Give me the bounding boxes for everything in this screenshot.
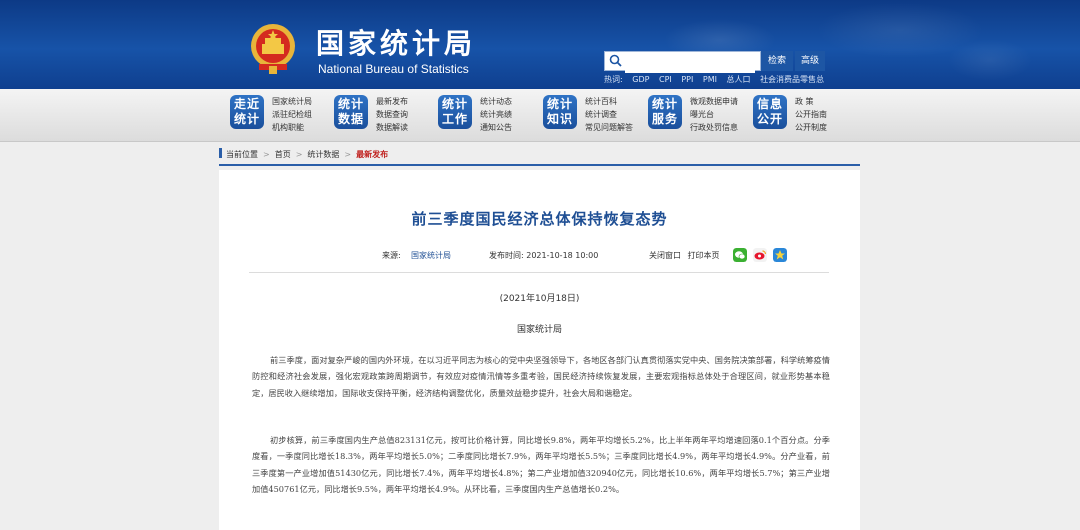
article-paragraph: 前三季度，面对复杂严峻的国内外环境，在以习近平同志为核心的党中央坚强领导下，各地… — [252, 355, 830, 398]
nav-link[interactable]: 最新发布 — [376, 95, 408, 108]
breadcrumb-link-data[interactable]: 统计数据 — [307, 150, 339, 159]
publish-time-value: 2021-10-18 10:00 — [526, 251, 599, 260]
nav-link[interactable]: 曝光台 — [690, 108, 738, 121]
weibo-share-icon[interactable] — [753, 248, 767, 262]
search-icon — [609, 54, 622, 67]
search-box — [604, 51, 761, 73]
divider — [249, 272, 829, 273]
nav-badge-work[interactable]: 统计工作 — [438, 95, 472, 129]
site-title-en: National Bureau of Statistics — [318, 62, 469, 76]
hot-term-link[interactable]: 总人口 — [727, 75, 751, 84]
nav-link[interactable]: 派驻纪检组 — [272, 108, 312, 121]
nav-badge-disclosure[interactable]: 信息公开 — [753, 95, 787, 129]
breadcrumb-current[interactable]: 最新发布 — [356, 150, 388, 159]
article-paragraph: 初步核算，前三季度国内生产总值823131亿元，按可比价格计算，同比增长9.8%… — [252, 435, 830, 494]
hot-term-link[interactable]: CPI — [659, 75, 672, 84]
breadcrumb-link-home[interactable]: 首页 — [275, 150, 291, 159]
article-actions: 关闭窗口 打印本页 — [649, 250, 724, 261]
national-emblem-icon — [251, 24, 295, 74]
nav-badge-knowledge[interactable]: 统计知识 — [543, 95, 577, 129]
hot-terms-label: 热词: — [604, 75, 623, 84]
site-header: 国家统计局 National Bureau of Statistics 检索 高… — [0, 0, 1080, 89]
breadcrumb-marker — [219, 148, 222, 158]
search-input[interactable] — [625, 56, 755, 73]
print-page-button[interactable]: 打印本页 — [688, 251, 720, 260]
nav-link[interactable]: 统计动态 — [480, 95, 512, 108]
nav-link[interactable]: 公开制度 — [795, 121, 827, 134]
site-title-cn[interactable]: 国家统计局 — [316, 22, 476, 62]
close-window-button[interactable]: 关闭窗口 — [649, 251, 681, 260]
article-date: (2021年10月18日) — [499, 294, 580, 304]
source-label: 来源: — [382, 251, 401, 260]
nav-link[interactable]: 常见问题解答 — [585, 121, 633, 134]
nav-link[interactable]: 公开指南 — [795, 108, 827, 121]
main-nav: 走近统计 国家统计局 派驻纪检组 机构职能 统计数据 最新发布 数据查询 数据解… — [0, 89, 1080, 142]
wechat-share-icon[interactable] — [733, 248, 747, 262]
nav-link[interactable]: 数据查询 — [376, 108, 408, 121]
search-button[interactable]: 检索 — [761, 51, 793, 71]
breadcrumb-label: 当前位置 — [226, 150, 258, 159]
nav-link[interactable]: 统计百科 — [585, 95, 633, 108]
hot-term-link[interactable]: PMI — [703, 75, 717, 84]
hot-term-link[interactable]: GDP — [632, 75, 649, 84]
nav-link[interactable]: 数据解读 — [376, 121, 408, 134]
nav-link[interactable]: 通知公告 — [480, 121, 512, 134]
nav-badge-data[interactable]: 统计数据 — [334, 95, 368, 129]
nav-badge-service[interactable]: 统计服务 — [648, 95, 682, 129]
publish-time: 发布时间: 2021-10-18 10:00 — [489, 250, 598, 261]
favorite-star-icon[interactable] — [773, 248, 787, 262]
nav-link[interactable]: 国家统计局 — [272, 95, 312, 108]
article-meta: 来源: 国家统计局 发布时间: 2021-10-18 10:00 关闭窗口 打印… — [219, 248, 860, 268]
nav-link[interactable]: 统计调查 — [585, 108, 633, 121]
hot-term-link[interactable]: 社会消费品零售总 — [760, 75, 824, 84]
hot-terms: 热词: GDP CPI PPI PMI 总人口 社会消费品零售总 — [604, 74, 831, 85]
nav-link[interactable]: 微观数据申请 — [690, 95, 738, 108]
article-title: 前三季度国民经济总体保持恢复态势 — [411, 210, 668, 228]
nav-link[interactable]: 政 策 — [795, 95, 827, 108]
nav-link[interactable]: 行政处罚信息 — [690, 121, 738, 134]
nav-badge-about[interactable]: 走近统计 — [230, 95, 264, 129]
publish-time-label: 发布时间: — [489, 251, 524, 260]
advanced-search-button[interactable]: 高级 — [795, 51, 825, 71]
article-panel: 前三季度国民经济总体保持恢复态势 来源: 国家统计局 发布时间: 2021-10… — [219, 170, 860, 530]
breadcrumb: 当前位置 > 首页 > 统计数据 > 最新发布 — [219, 148, 860, 166]
nav-link[interactable]: 机构职能 — [272, 121, 312, 134]
nav-link[interactable]: 统计亮绩 — [480, 108, 512, 121]
article-author: 国家统计局 — [516, 325, 562, 335]
hot-term-link[interactable]: PPI — [681, 75, 693, 84]
source-link[interactable]: 国家统计局 — [411, 250, 451, 261]
